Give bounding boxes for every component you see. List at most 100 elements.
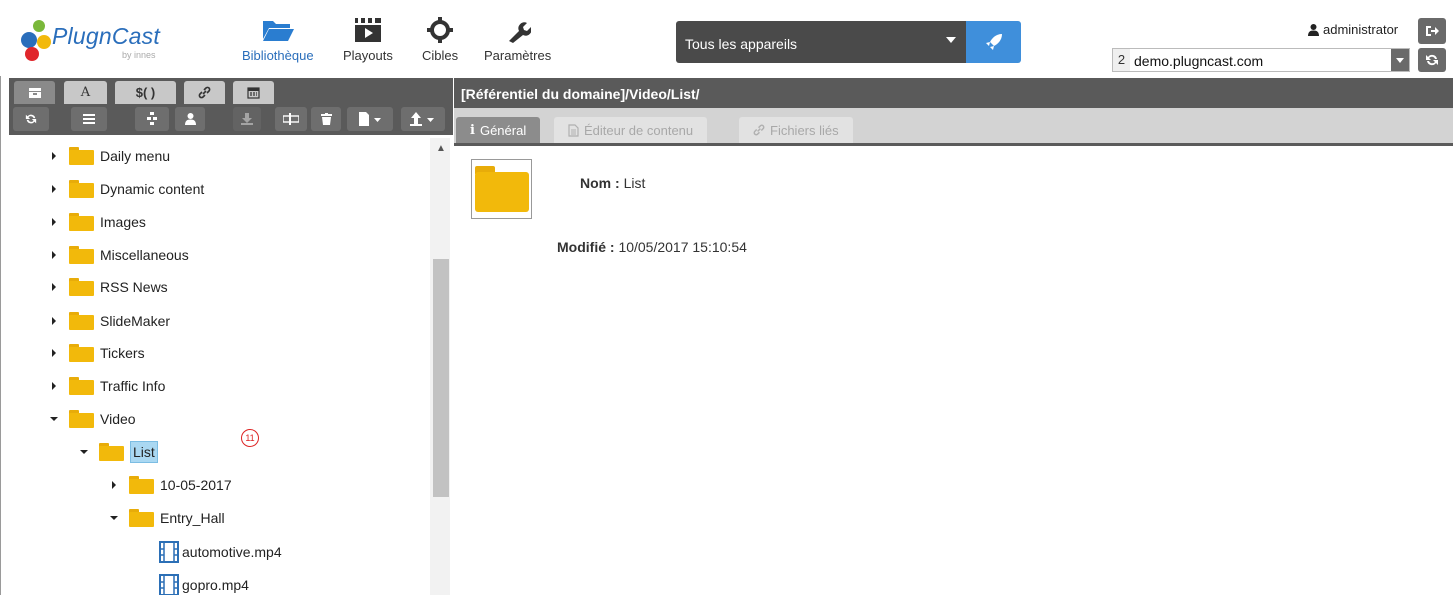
logo[interactable]: PlugnCast by innes xyxy=(18,18,188,68)
folder-icon xyxy=(69,213,94,231)
caret-right-icon[interactable] xyxy=(49,184,59,194)
delete-button[interactable] xyxy=(311,107,341,131)
nav-cibles[interactable]: Cibles xyxy=(422,16,458,68)
tab-linked-files[interactable]: Fichiers liés xyxy=(739,117,853,143)
modified-value: 10/05/2017 15:10:54 xyxy=(618,239,747,255)
tree-node[interactable]: Entry_Hall xyxy=(109,506,225,530)
trash-icon xyxy=(320,113,332,125)
caret-right-icon[interactable] xyxy=(49,282,59,292)
tree-node[interactable]: Miscellaneous xyxy=(49,243,189,267)
content-header: [Référentiel du domaine]/Video/List/ xyxy=(454,78,1453,108)
tree-node[interactable]: Traffic Info xyxy=(49,374,165,398)
user-icon xyxy=(184,113,196,125)
content-tabs: i Général Éditeur de contenu Fichiers li… xyxy=(454,108,1453,146)
rename-icon xyxy=(283,113,299,125)
tree-node[interactable]: RSS News xyxy=(49,275,168,299)
logo-brand: PlugnCast xyxy=(52,23,160,49)
caret-right-icon[interactable] xyxy=(49,348,59,358)
rename-button[interactable] xyxy=(275,107,307,131)
tree-file[interactable]: automotive.mp4 xyxy=(159,540,282,564)
tab-text[interactable]: A xyxy=(64,81,107,104)
folder-icon xyxy=(69,147,94,165)
tree-node[interactable]: Video xyxy=(49,407,136,431)
caret-down-icon[interactable] xyxy=(109,513,119,523)
tab-media[interactable] xyxy=(14,81,55,104)
modified-label: Modifié : xyxy=(557,239,615,255)
refresh-tree-button[interactable] xyxy=(13,107,49,131)
tree-node-label: Dynamic content xyxy=(100,181,205,197)
tree-node-label: RSS News xyxy=(100,279,168,295)
refresh-domain-button[interactable] xyxy=(1418,48,1446,72)
folder-icon xyxy=(129,509,154,527)
tree-scrollbar[interactable]: ▲ xyxy=(430,138,450,595)
crosshair-icon xyxy=(427,16,454,44)
tab-content-editor[interactable]: Éditeur de contenu xyxy=(554,117,708,143)
tab-label: Général xyxy=(479,122,527,138)
logout-button[interactable] xyxy=(1418,18,1446,44)
device-select[interactable]: Tous les appareils xyxy=(676,21,966,63)
chevron-down-icon[interactable] xyxy=(1391,49,1409,71)
caret-down-icon[interactable] xyxy=(79,447,89,457)
caret-right-icon[interactable] xyxy=(49,151,59,161)
tree-node[interactable]: Daily menu xyxy=(49,144,170,168)
folder-icon xyxy=(129,476,154,494)
user-menu[interactable]: administrator xyxy=(1308,22,1398,37)
nav-bibliotheque[interactable]: Bibliothèque xyxy=(242,16,314,68)
tree-node[interactable]: 10-05-2017 xyxy=(109,473,232,497)
tree-structure-button[interactable] xyxy=(135,107,169,131)
tree-node-label: Video xyxy=(100,411,136,427)
modified-field: Modifié : 10/05/2017 15:10:54 xyxy=(557,239,747,255)
nav-playouts[interactable]: Playouts xyxy=(343,16,393,68)
tree-node[interactable]: Dynamic content xyxy=(49,177,204,201)
tab-calendar[interactable] xyxy=(233,81,274,104)
folder-thumbnail xyxy=(471,159,532,219)
text-a-icon: A xyxy=(80,85,91,100)
download-icon xyxy=(241,113,253,125)
upload-button[interactable] xyxy=(401,107,445,131)
nav-label: Bibliothèque xyxy=(242,48,314,63)
calendar-icon xyxy=(247,87,260,99)
info-icon: i xyxy=(470,122,475,138)
list-view-button[interactable] xyxy=(71,107,107,131)
library-tree: Daily menu Dynamic content Images Miscel… xyxy=(9,138,429,595)
tree-node[interactable]: Images xyxy=(49,210,146,234)
domain-number: 2 xyxy=(1113,49,1130,71)
tree-node-label: Daily menu xyxy=(100,148,171,164)
library-toolbar: A $( ) xyxy=(9,78,453,135)
tab-label: Fichiers liés xyxy=(770,122,839,138)
deploy-button[interactable] xyxy=(966,21,1021,63)
tab-variables[interactable]: $( ) xyxy=(115,81,176,104)
video-file-icon xyxy=(159,574,179,595)
new-file-button[interactable] xyxy=(347,107,393,131)
caret-right-icon[interactable] xyxy=(49,316,59,326)
wrench-icon xyxy=(505,16,531,44)
caret-right-icon[interactable] xyxy=(49,381,59,391)
caret-right-icon[interactable] xyxy=(49,250,59,260)
folder-icon xyxy=(475,166,529,212)
variable-icon: $( ) xyxy=(135,85,156,100)
sign-out-icon xyxy=(1426,26,1439,36)
user-filter-button[interactable] xyxy=(175,107,205,131)
domain-select[interactable]: 2 demo.plugncast.com xyxy=(1112,48,1410,72)
tree-node[interactable]: Tickers xyxy=(49,341,145,365)
tree-node[interactable]: SlideMaker xyxy=(49,309,170,333)
tree-file[interactable]: gopro.mp4 xyxy=(159,573,249,595)
tree-file-label: automotive.mp4 xyxy=(182,544,282,560)
scrollbar-thumb[interactable] xyxy=(433,259,449,497)
caret-right-icon[interactable] xyxy=(109,480,119,490)
tree-node-selected[interactable]: List xyxy=(79,440,158,464)
download-button[interactable] xyxy=(233,107,261,131)
tree-node-label: 10-05-2017 xyxy=(160,477,232,493)
caret-right-icon[interactable] xyxy=(49,217,59,227)
domain-value: demo.plugncast.com xyxy=(1134,53,1264,69)
tab-links[interactable] xyxy=(184,81,225,104)
caret-down-icon[interactable] xyxy=(49,414,59,424)
tree-node-label: Images xyxy=(100,214,146,230)
sitemap-icon xyxy=(147,112,157,125)
nav-parametres[interactable]: Paramètres xyxy=(484,16,551,68)
logo-mark-icon xyxy=(21,20,51,61)
folder-icon xyxy=(69,278,94,296)
scroll-up-icon[interactable]: ▲ xyxy=(436,143,446,154)
tab-general[interactable]: i Général xyxy=(456,117,541,143)
tree-node-label: SlideMaker xyxy=(100,313,171,329)
